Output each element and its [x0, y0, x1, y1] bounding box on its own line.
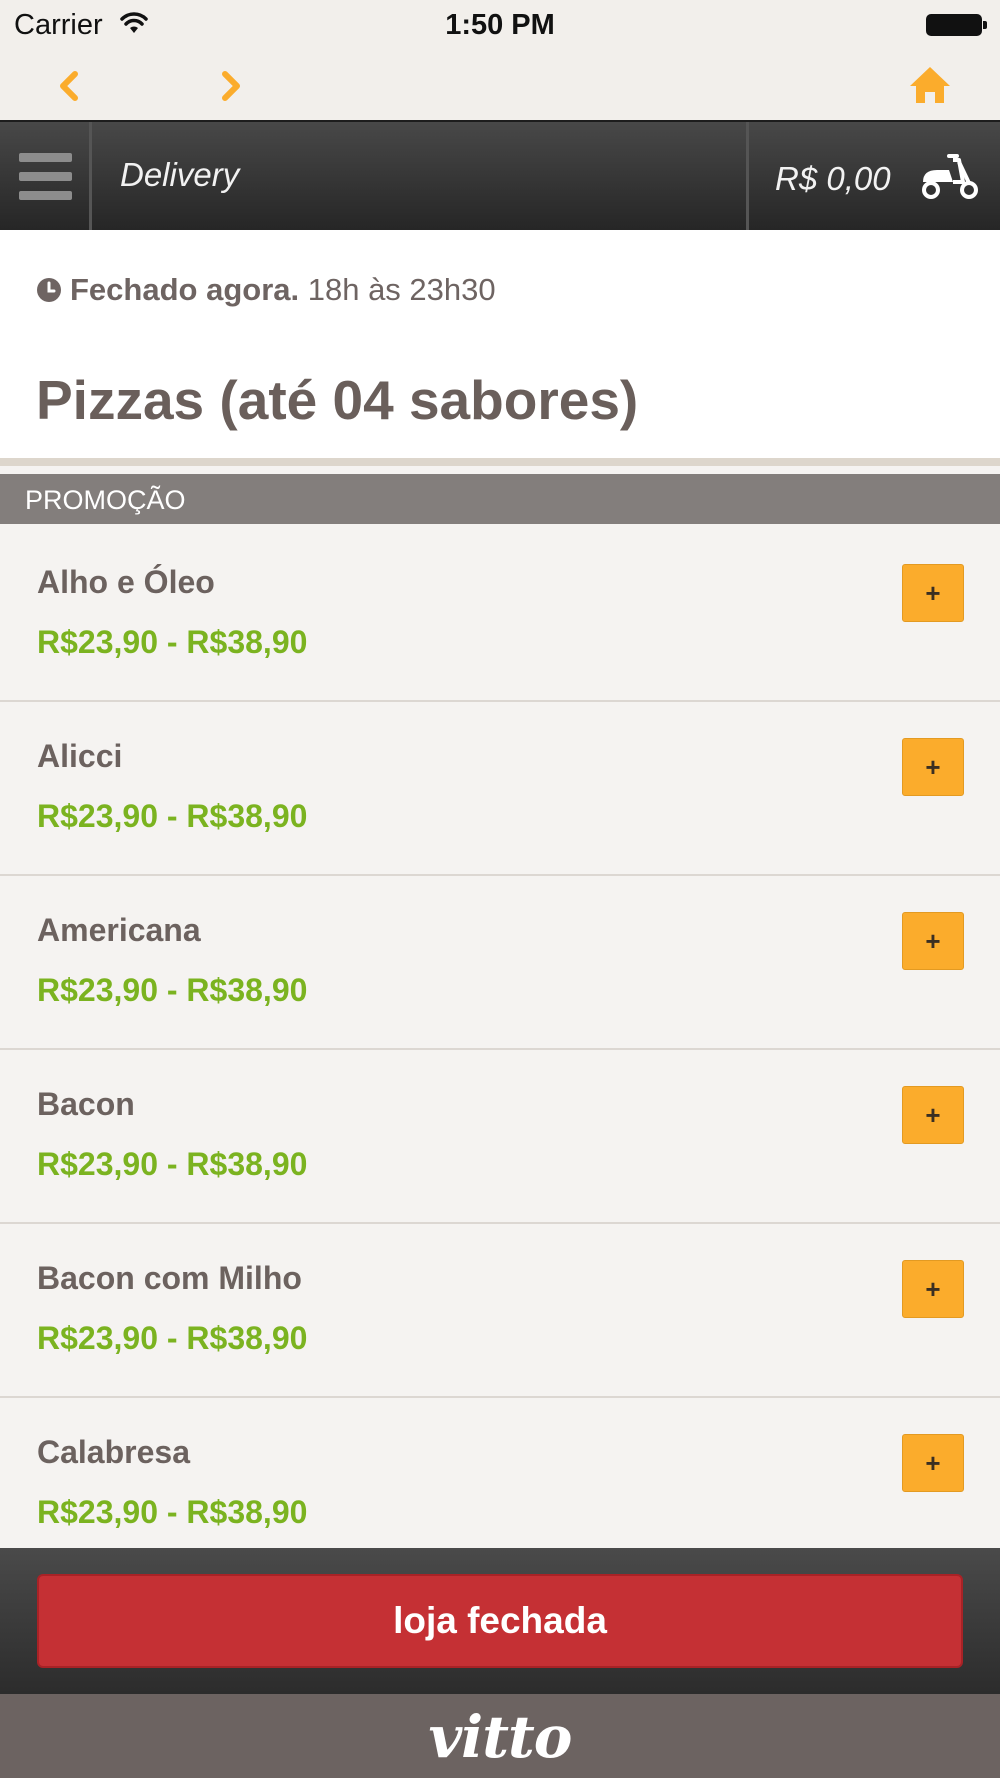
product-price: R$23,90 - R$38,90 — [37, 972, 308, 1008]
list-item[interactable]: Americana R$23,90 - R$38,90 + — [0, 876, 1000, 1050]
list-item[interactable]: Bacon R$23,90 - R$38,90 + — [0, 1050, 1000, 1224]
vitto-logo: vitto — [428, 1703, 572, 1771]
product-name: Bacon com Milho — [37, 1260, 302, 1296]
cart-button[interactable]: R$ 0,00 — [746, 122, 1000, 230]
menu-button[interactable] — [0, 122, 92, 230]
product-list: Alho e Óleo R$23,90 - R$38,90 + Alicci R… — [0, 528, 1000, 1548]
section-title: PROMOÇÃO — [25, 485, 186, 515]
add-button[interactable]: + — [902, 1434, 964, 1492]
opening-hours: 18h às 23h30 — [307, 272, 496, 307]
app-header: Delivery R$ 0,00 — [0, 120, 1000, 230]
product-price: R$23,90 - R$38,90 — [37, 1494, 308, 1530]
store-status: Fechado agora. 18h às 23h30 — [36, 272, 496, 311]
add-button[interactable]: + — [902, 564, 964, 622]
chevron-left-icon — [60, 71, 78, 101]
list-item[interactable]: Bacon com Milho R$23,90 - R$38,90 + — [0, 1224, 1000, 1398]
add-button[interactable]: + — [902, 1086, 964, 1144]
cart-total: R$ 0,00 — [775, 160, 891, 197]
add-button[interactable]: + — [902, 738, 964, 796]
home-button[interactable] — [902, 58, 958, 114]
product-price: R$23,90 - R$38,90 — [37, 1146, 308, 1182]
list-item[interactable]: Calabresa R$23,90 - R$38,90 + — [0, 1398, 1000, 1548]
list-item[interactable]: Alicci R$23,90 - R$38,90 + — [0, 702, 1000, 876]
forward-button[interactable] — [202, 58, 258, 114]
brand-bar: vitto — [0, 1694, 1000, 1778]
product-price: R$23,90 - R$38,90 — [37, 1320, 308, 1356]
product-name: Bacon — [37, 1086, 135, 1122]
navigation-bar — [0, 50, 1000, 120]
page-title: Delivery — [120, 156, 240, 193]
product-name: Calabresa — [37, 1434, 190, 1470]
product-name: Americana — [37, 912, 201, 948]
category-title: Pizzas (até 04 sabores) — [36, 369, 639, 431]
clock-time: 1:50 PM — [445, 9, 555, 41]
clock-icon — [36, 275, 62, 311]
closed-label: Fechado agora. — [70, 272, 300, 307]
home-icon — [910, 67, 950, 103]
add-button[interactable]: + — [902, 1260, 964, 1318]
list-item[interactable]: Alho e Óleo R$23,90 - R$38,90 + — [0, 528, 1000, 702]
product-price: R$23,90 - R$38,90 — [37, 798, 308, 834]
status-bar: Carrier 1:50 PM — [0, 0, 1000, 50]
scooter-icon — [919, 152, 981, 207]
chevron-right-icon — [222, 71, 240, 101]
battery-icon — [926, 14, 987, 36]
store-info: Fechado agora. 18h às 23h30 Pizzas (até … — [0, 230, 1000, 466]
product-name: Alho e Óleo — [37, 564, 215, 600]
product-price: R$23,90 - R$38,90 — [37, 624, 308, 660]
add-button[interactable]: + — [902, 912, 964, 970]
footer-bar: loja fechada — [0, 1548, 1000, 1694]
product-name: Alicci — [37, 738, 123, 774]
back-button[interactable] — [42, 58, 98, 114]
section-header: PROMOÇÃO — [0, 474, 1000, 524]
store-closed-button[interactable]: loja fechada — [37, 1574, 963, 1668]
